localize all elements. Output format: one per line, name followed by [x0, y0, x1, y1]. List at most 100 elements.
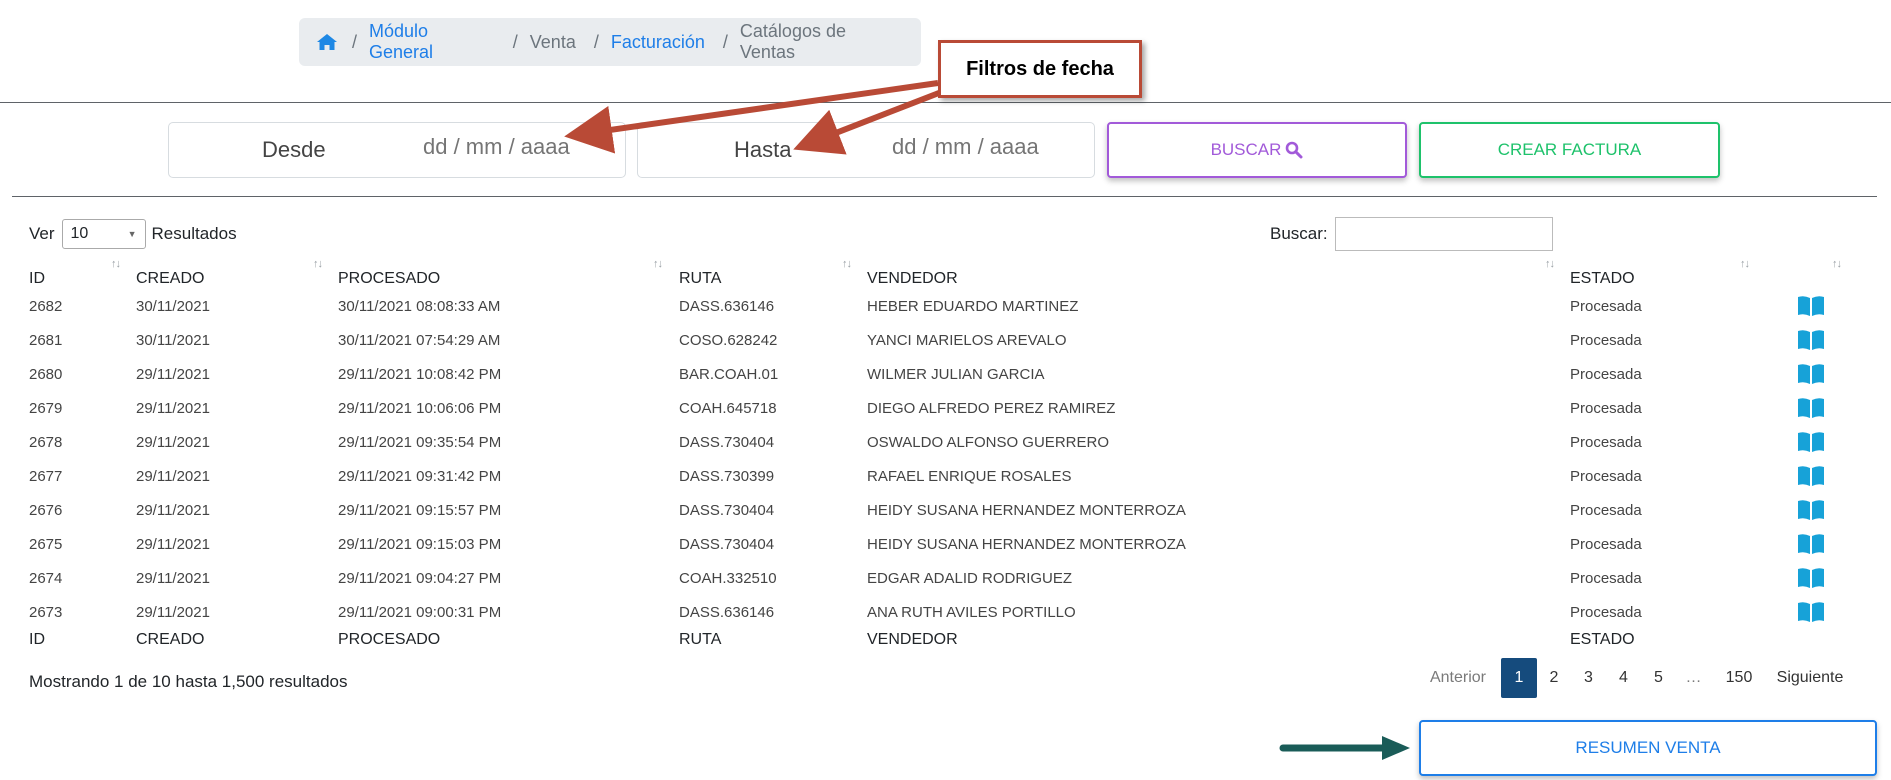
cell-procesado: 30/11/2021 08:08:33 AM	[338, 298, 501, 315]
sort-icon[interactable]: ↑↓	[842, 258, 852, 270]
crear-factura-button[interactable]: CREAR FACTURA	[1419, 122, 1720, 178]
column-header-vendedor[interactable]: VENDEDOR	[867, 270, 958, 288]
breadcrumb-separator: /	[352, 31, 358, 52]
book-icon[interactable]	[1797, 465, 1825, 487]
cell-ruta: DASS.730404	[679, 536, 775, 553]
cell-creado: 29/11/2021	[136, 502, 210, 519]
cell-vendedor: HEIDY SUSANA HERNANDEZ MONTERROZA	[867, 502, 1186, 519]
cell-procesado: 29/11/2021 09:15:03 PM	[338, 536, 502, 553]
cell-id: 2681	[29, 332, 63, 349]
cell-procesado: 29/11/2021 10:06:06 PM	[338, 400, 502, 417]
cell-id: 2679	[29, 400, 63, 417]
cell-creado: 30/11/2021	[136, 332, 210, 349]
column-header-creado[interactable]: CREADO	[136, 270, 204, 288]
search-input[interactable]	[1334, 217, 1553, 251]
cell-creado: 29/11/2021	[136, 468, 210, 485]
breadcrumb: / Módulo General / Venta / Facturación /…	[299, 18, 921, 66]
book-icon[interactable]	[1797, 295, 1825, 317]
book-icon[interactable]	[1797, 567, 1825, 589]
breadcrumb-venta: Venta	[529, 31, 576, 52]
buscar-button[interactable]: BUSCAR	[1107, 122, 1407, 178]
cell-id: 2675	[29, 536, 63, 553]
sort-icon[interactable]: ↑↓	[1740, 258, 1750, 270]
cell-vendedor: EDGAR ADALID RODRIGUEZ	[867, 570, 1073, 587]
sort-icon[interactable]: ↑↓	[1832, 258, 1842, 270]
column-header-estado[interactable]: ESTADO	[1570, 270, 1635, 288]
cell-ruta: DASS.730404	[679, 434, 775, 451]
buscar-button-label: BUSCAR	[1210, 140, 1282, 159]
desde-date-input[interactable]	[421, 133, 585, 161]
footer-header-estado: ESTADO	[1570, 631, 1635, 648]
pagination-page-3[interactable]: 3	[1571, 658, 1606, 698]
column-header-procesado[interactable]: PROCESADO	[338, 270, 440, 288]
resultados-label: Resultados	[151, 224, 237, 243]
sort-icon[interactable]: ↑↓	[653, 258, 663, 270]
breadcrumb-facturacion[interactable]: Facturación	[611, 32, 705, 53]
page-size-control: Ver 10 ▼ Resultados	[29, 219, 237, 249]
sort-icon[interactable]: ↑↓	[1545, 258, 1555, 270]
cell-vendedor: DIEGO ALFREDO PEREZ RAMIREZ	[867, 400, 1116, 417]
breadcrumb-separator: /	[722, 31, 728, 52]
pagination-page-5[interactable]: 5	[1641, 658, 1676, 698]
sort-icon[interactable]: ↑↓	[111, 258, 121, 270]
cell-estado: Procesada	[1570, 468, 1642, 485]
cell-procesado: 29/11/2021 09:00:31 PM	[338, 604, 502, 621]
divider	[0, 102, 1891, 103]
book-icon[interactable]	[1797, 533, 1825, 555]
breadcrumb-modulo-general[interactable]: Módulo General	[369, 21, 495, 63]
page-size-value: 10	[70, 225, 89, 242]
book-icon[interactable]	[1797, 363, 1825, 385]
page-size-select[interactable]: 10 ▼	[61, 219, 146, 249]
cell-ruta: BAR.COAH.01	[679, 366, 779, 383]
cell-id: 2673	[29, 604, 63, 621]
home-icon[interactable]	[316, 33, 338, 51]
cell-procesado: 29/11/2021 10:08:42 PM	[338, 366, 502, 383]
book-icon[interactable]	[1797, 329, 1825, 351]
cell-vendedor: OSWALDO ALFONSO GUERRERO	[867, 434, 1109, 451]
cell-procesado: 29/11/2021 09:35:54 PM	[338, 434, 502, 451]
resumen-venta-button[interactable]: RESUMEN VENTA	[1419, 720, 1877, 776]
desde-date-filter[interactable]: Desde	[168, 122, 626, 178]
footer-header-id: ID	[29, 631, 45, 648]
book-icon[interactable]	[1797, 397, 1825, 419]
cell-estado: Procesada	[1570, 400, 1642, 417]
divider	[12, 196, 1877, 197]
table-search: Buscar:	[1270, 217, 1553, 251]
book-icon[interactable]	[1797, 499, 1825, 521]
book-icon[interactable]	[1797, 431, 1825, 453]
cell-procesado: 29/11/2021 09:15:57 PM	[338, 502, 502, 519]
cell-ruta: COAH.645718	[679, 400, 777, 417]
pagination-page-4[interactable]: 4	[1606, 658, 1641, 698]
cell-estado: Procesada	[1570, 366, 1642, 383]
cell-ruta: DASS.636146	[679, 298, 775, 315]
crear-factura-label: CREAR FACTURA	[1497, 140, 1642, 159]
cell-estado: Procesada	[1570, 536, 1642, 553]
chevron-down-icon: ▼	[127, 229, 137, 239]
cell-creado: 29/11/2021	[136, 400, 210, 417]
cell-id: 2676	[29, 502, 63, 519]
cell-estado: Procesada	[1570, 570, 1642, 587]
sort-icon[interactable]: ↑↓	[313, 258, 323, 270]
pagination-next[interactable]: Siguiente	[1774, 658, 1846, 698]
hasta-date-input[interactable]	[890, 133, 1054, 161]
cell-estado: Procesada	[1570, 434, 1642, 451]
search-label: Buscar:	[1270, 224, 1328, 243]
pagination-previous[interactable]: Anterior	[1425, 658, 1491, 698]
resumen-arrow-head	[1382, 736, 1410, 760]
pagination-page-2[interactable]: 2	[1537, 658, 1571, 698]
book-icon[interactable]	[1797, 601, 1825, 623]
hasta-date-filter[interactable]: Hasta	[637, 122, 1095, 178]
breadcrumb-separator: /	[593, 31, 599, 52]
column-header-id[interactable]: ID	[29, 270, 45, 288]
cell-ruta: COSO.628242	[679, 332, 778, 349]
search-icon	[1286, 141, 1303, 159]
cell-creado: 29/11/2021	[136, 434, 210, 451]
cell-estado: Procesada	[1570, 298, 1642, 315]
column-header-ruta[interactable]: RUTA	[679, 270, 721, 288]
resumen-venta-label: RESUMEN VENTA	[1575, 738, 1721, 757]
pagination-page-1[interactable]: 1	[1501, 658, 1537, 698]
breadcrumb-catalogos-ventas: Catálogos de Ventas	[739, 21, 846, 62]
cell-vendedor: WILMER JULIAN GARCIA	[867, 366, 1045, 383]
pagination-page-150[interactable]: 150	[1718, 658, 1760, 698]
desde-label: Desde	[262, 137, 326, 162]
